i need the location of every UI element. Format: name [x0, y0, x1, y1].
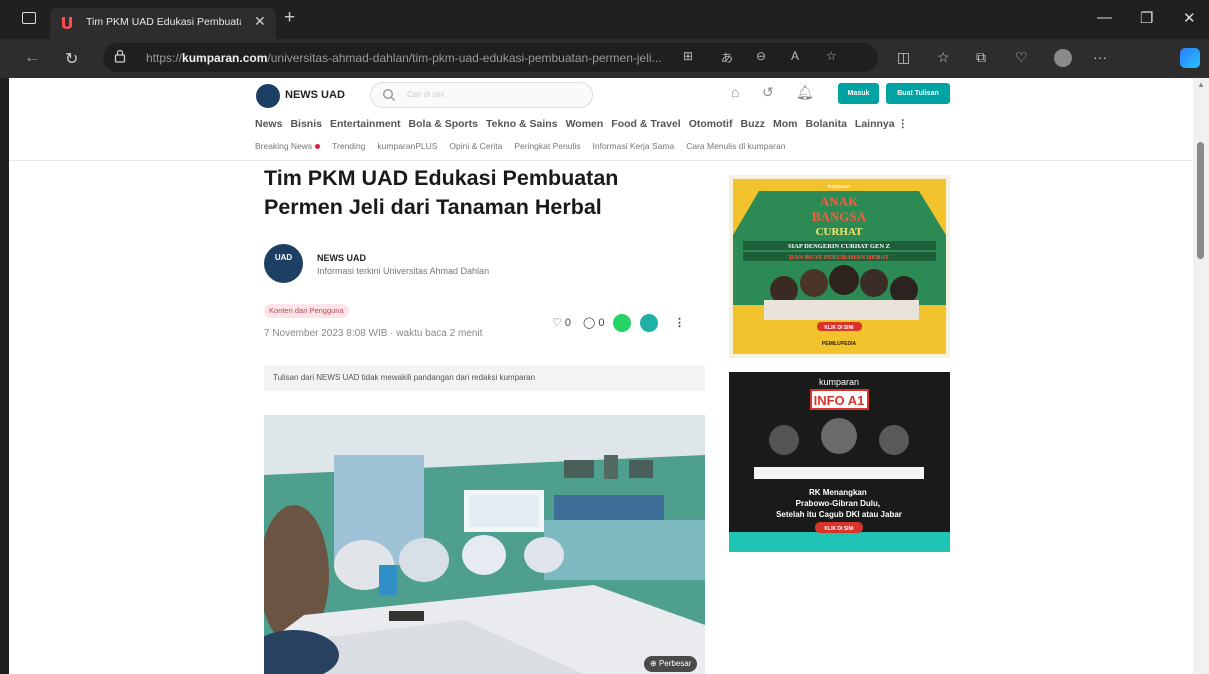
subnav-item[interactable]: Peringkat Penulis	[514, 141, 580, 151]
nav-item[interactable]: Entertainment	[330, 118, 401, 134]
home-icon[interactable]: ⌂	[731, 84, 739, 100]
nav-item[interactable]: Bisnis	[290, 118, 322, 134]
browser-tab[interactable]: Tim PKM UAD Edukasi Pembuata ✕	[50, 8, 276, 39]
scroll-up-icon[interactable]: ▲	[1197, 80, 1205, 89]
search-icon	[382, 88, 395, 101]
nav-item[interactable]: Otomotif	[689, 118, 733, 134]
author-description: Informasi terkini Universitas Ahmad Dahl…	[317, 266, 490, 276]
collections-icon[interactable]: ⧉	[976, 49, 986, 66]
nav-item[interactable]: Mom	[773, 118, 798, 134]
sub-nav: Breaking News Trending kumparanPLUS Opin…	[255, 141, 785, 151]
translate-icon[interactable]: あ	[721, 49, 733, 66]
favorites-icon[interactable]: ☆	[937, 49, 950, 66]
subnav-item-breaking-news[interactable]: Breaking News	[255, 141, 321, 151]
live-dot-icon	[315, 144, 321, 150]
author-name[interactable]: NEWS UAD	[317, 253, 366, 263]
nav-item[interactable]: Lainnya ⋮	[855, 118, 908, 134]
lock-icon	[114, 49, 126, 63]
site-brand[interactable]: NEWS UAD	[285, 89, 345, 101]
like-button[interactable]: ♡ 0	[552, 316, 571, 329]
subnav-item[interactable]: kumparanPLUS	[377, 141, 437, 151]
read-aloud-icon[interactable]: A	[791, 49, 799, 63]
app-available-icon[interactable]: ⊞	[683, 49, 693, 63]
split-screen-icon[interactable]: ◫	[897, 49, 910, 66]
tab-close-icon[interactable]: ✕	[254, 13, 266, 30]
write-article-button[interactable]: Buat Tulisan	[886, 83, 950, 104]
search-placeholder: Cari di sini	[407, 90, 445, 99]
category-nav: News Bisnis Entertainment Bola & Sports …	[255, 118, 908, 134]
publish-date: 7 November 2023 8:08 WIB · waktu baca 2 …	[264, 328, 483, 339]
url-text: https://kumparan.com/universitas-ahmad-d…	[146, 51, 661, 65]
tab-actions-icon[interactable]	[22, 12, 36, 24]
comment-button[interactable]: ◯ 0	[583, 316, 605, 329]
article-photo[interactable]	[264, 415, 705, 674]
whatsapp-share-icon[interactable]	[613, 314, 631, 332]
ad1-footer: PEMILUPEDIA	[822, 341, 857, 347]
new-tab-icon[interactable]: +	[284, 7, 295, 29]
page-scrollbar[interactable]: ▲	[1193, 78, 1209, 674]
kumparan-favicon-icon	[62, 17, 72, 29]
copy-link-icon[interactable]	[640, 314, 658, 332]
profile-avatar[interactable]	[1054, 49, 1072, 67]
ad1-cta: KLIK DI SINI	[824, 325, 854, 331]
browser-toolbar: ← ↻ https://kumparan.com/universitas-ahm…	[0, 39, 1209, 78]
more-options-icon[interactable]: ⋮	[674, 316, 685, 329]
page-viewport: NEWS UAD Cari di sini ⌂ ↺ 🔔︎ Masuk Buat …	[9, 78, 1193, 674]
subnav-item[interactable]: Trending	[332, 141, 365, 151]
copilot-icon[interactable]	[1180, 48, 1200, 68]
scrollbar-thumb[interactable]	[1197, 142, 1204, 259]
ad1-tagline-2: DAN BUAT PERUBAHAN HEBAT	[789, 254, 890, 261]
nav-item[interactable]: Bolanita	[805, 118, 846, 134]
close-window-icon[interactable]: ✕	[1183, 9, 1196, 27]
author-avatar[interactable]: UAD	[264, 244, 303, 283]
favorite-star-icon[interactable]: ☆	[826, 49, 837, 63]
disclaimer-notice: Tulisan dari NEWS UAD tidak mewakili pan…	[264, 365, 705, 391]
article-title: Tim PKM UAD Edukasi Pembuatan Permen Jel…	[264, 166, 619, 219]
browser-essentials-icon[interactable]: ♡	[1015, 49, 1028, 66]
ad2-brand: kumparan	[819, 377, 859, 387]
minimize-icon[interactable]: —	[1097, 9, 1112, 26]
nav-item[interactable]: Buzz	[740, 118, 765, 134]
nav-item[interactable]: News	[255, 118, 282, 134]
site-logo[interactable]	[256, 84, 280, 108]
nav-item[interactable]: Tekno & Sains	[486, 118, 558, 134]
restore-icon[interactable]: ❐	[1140, 9, 1153, 27]
ad-banner-anak-bangsa-curhat[interactable]: kumparan ANAK BANGSA CURHAT SIAP DENGERI…	[729, 175, 950, 358]
browser-titlebar: Tim PKM UAD Edukasi Pembuata ✕ + — ❐ ✕	[0, 0, 1209, 39]
nav-item[interactable]: Women	[566, 118, 604, 134]
login-button[interactable]: Masuk	[838, 83, 879, 104]
ad1-headline-2: BANGSA	[812, 209, 867, 224]
ad1-headline-3: CURHAT	[816, 226, 864, 238]
nav-item[interactable]: Food & Travel	[611, 118, 680, 134]
header-divider	[9, 160, 1193, 161]
notification-bell-icon[interactable]: 🔔︎	[796, 84, 814, 101]
refresh-icon[interactable]: ↻	[65, 49, 78, 69]
ad-banner-info-a1[interactable]: kumparan INFO A1 RK Menangkan Prabowo-Gi…	[729, 372, 950, 552]
subnav-item[interactable]: Cara Menulis di kumparan	[686, 141, 785, 151]
address-bar[interactable]: https://kumparan.com/universitas-ahmad-d…	[103, 43, 878, 72]
user-content-badge: Konten dari Pengguna	[264, 304, 349, 318]
enlarge-image-button[interactable]: ⊕ Perbesar	[644, 656, 698, 672]
back-icon[interactable]: ←	[24, 49, 40, 67]
search-input[interactable]: Cari di sini	[370, 82, 593, 108]
nav-item[interactable]: Bola & Sports	[409, 118, 478, 134]
ad1-headline-1: ANAK	[820, 194, 859, 209]
ad2-title: INFO A1	[814, 393, 865, 408]
avatar-label: UAD	[274, 253, 293, 262]
ad2-cta: KLIK DI SINI	[824, 526, 854, 532]
ad1-brand: kumparan	[828, 184, 850, 190]
more-menu-icon[interactable]: ···	[1093, 49, 1107, 65]
ad1-tagline-1: SIAP DENGERIN CURHAT GEN Z	[788, 243, 890, 250]
subnav-item[interactable]: Opini & Cerita	[449, 141, 502, 151]
tab-title: Tim PKM UAD Edukasi Pembuata	[86, 16, 241, 28]
history-icon[interactable]: ↺	[762, 84, 774, 101]
subnav-item[interactable]: Informasi Kerja Sama	[593, 141, 675, 151]
zoom-icon[interactable]: ⊖	[756, 49, 766, 63]
